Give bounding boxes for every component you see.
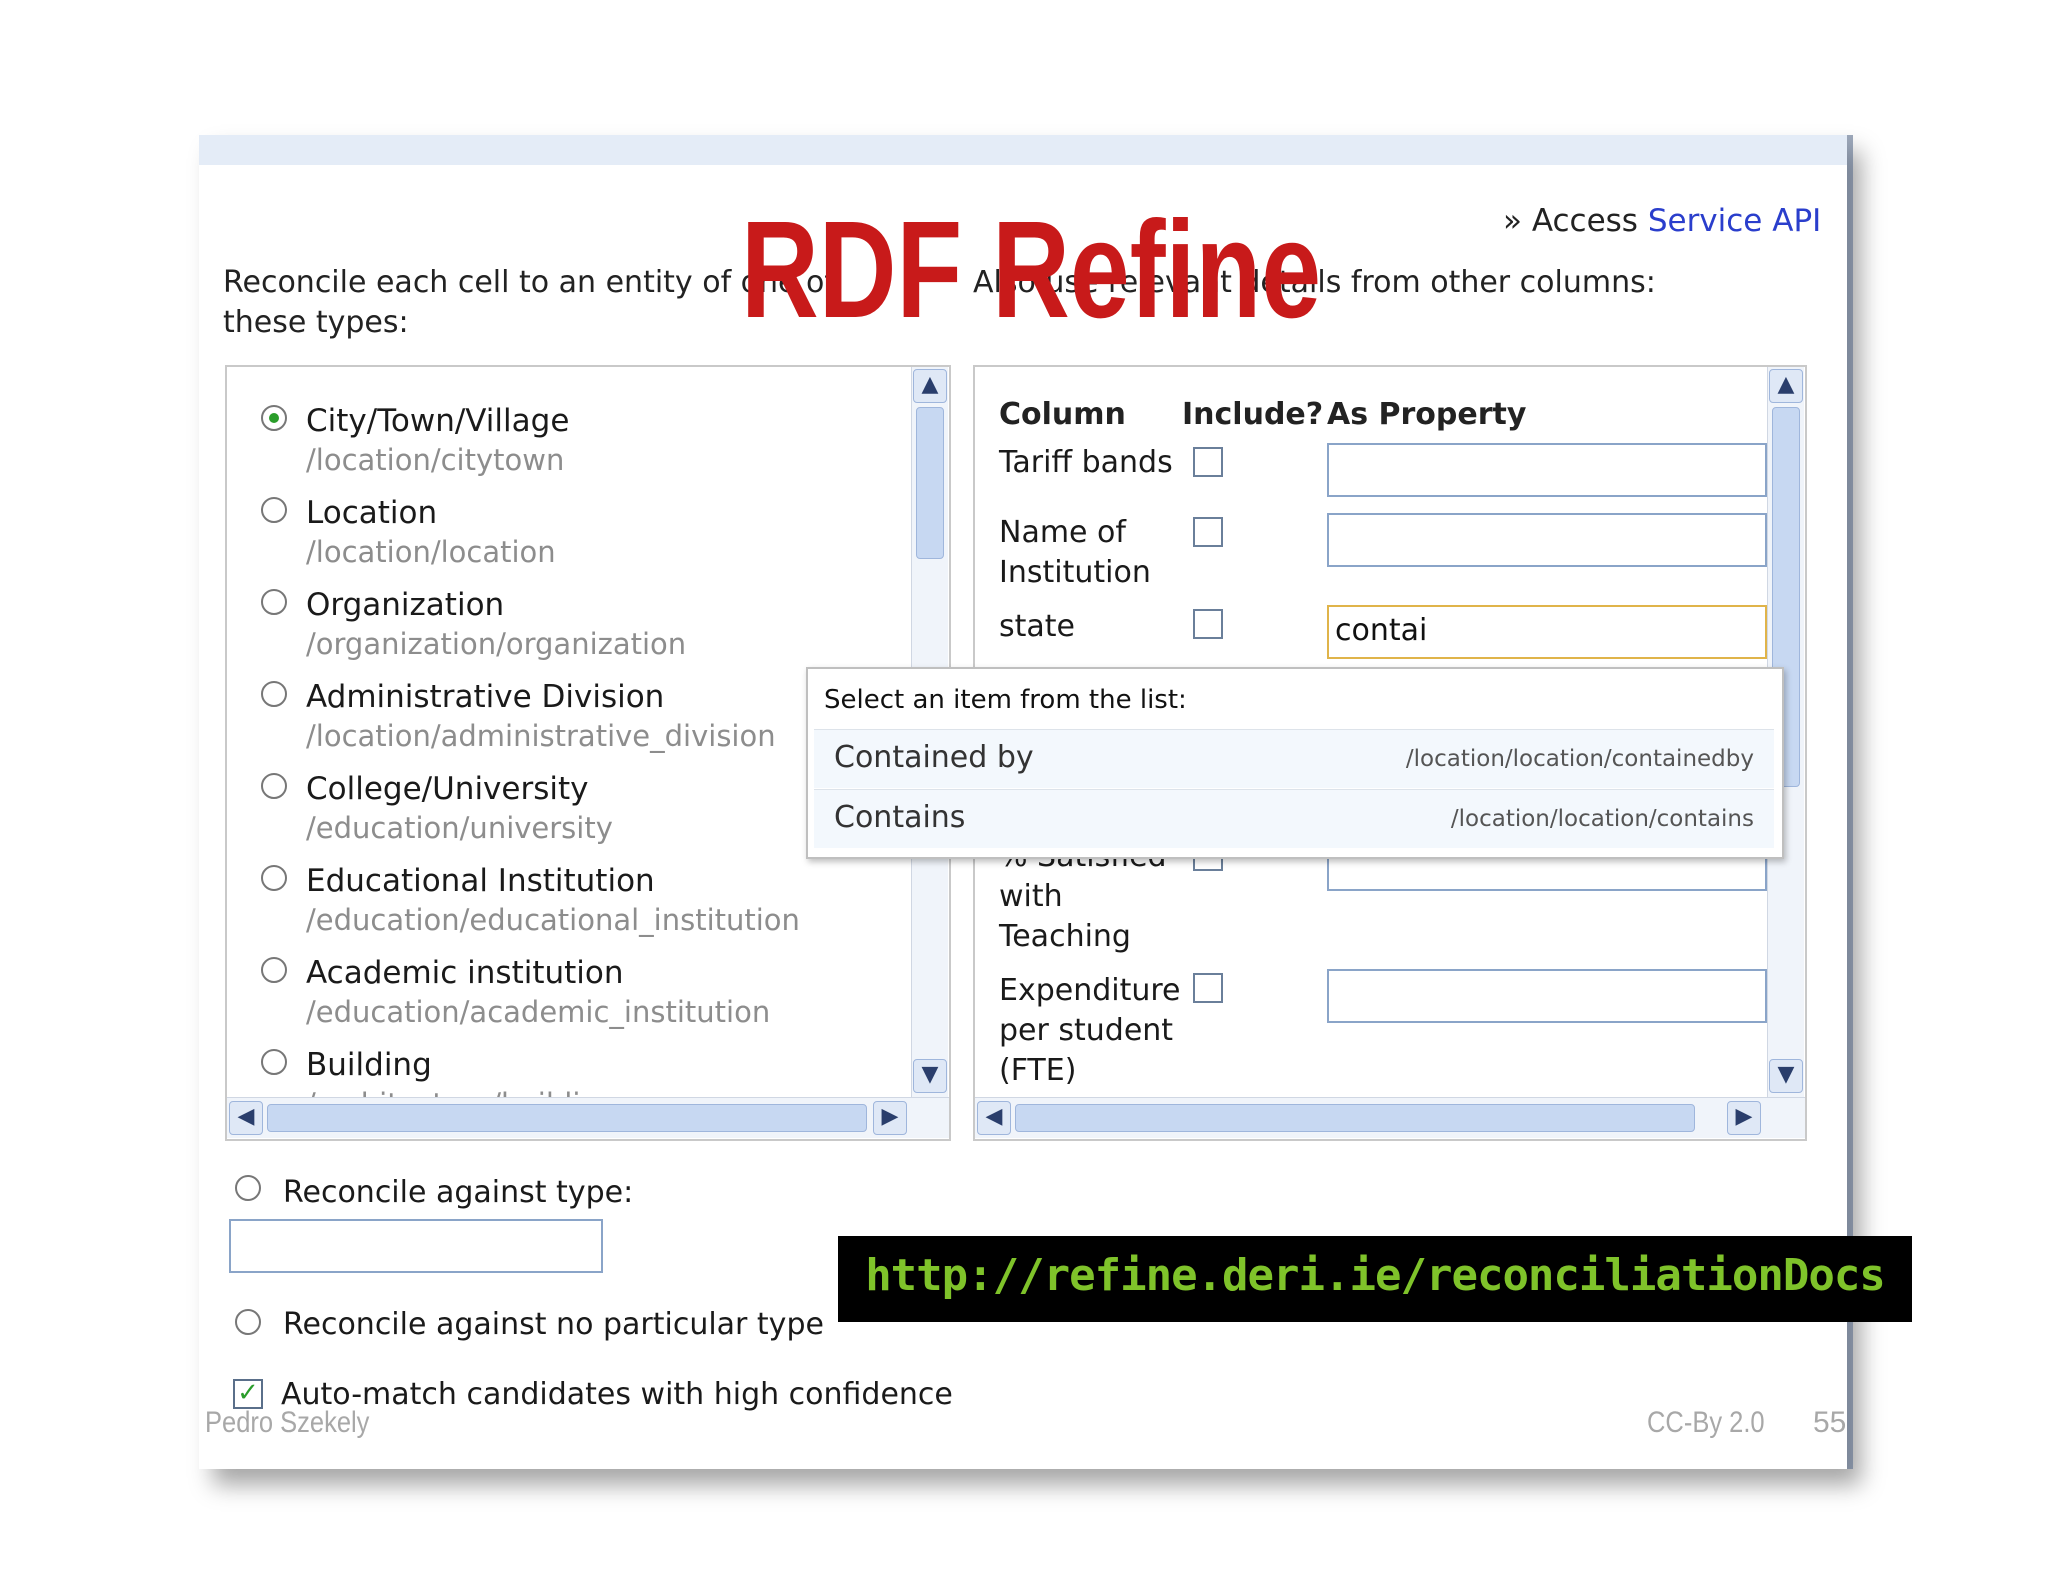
- chevron-right-icon[interactable]: ▶: [1727, 1101, 1761, 1135]
- type-path: /education/university: [306, 811, 613, 845]
- property-input[interactable]: [1327, 513, 1767, 567]
- radio-icon[interactable]: [261, 681, 287, 707]
- type-name: Location: [306, 495, 438, 531]
- radio-icon[interactable]: [261, 865, 287, 891]
- type-input[interactable]: [229, 1219, 603, 1273]
- radio-icon[interactable]: [235, 1309, 261, 1335]
- column-header: Column: [999, 397, 1126, 432]
- column-name: Name of Institution: [999, 515, 1151, 590]
- radio-icon[interactable]: [261, 1049, 287, 1075]
- type-path: /organization/organization: [306, 627, 687, 661]
- auto-match-label: Auto-match candidates with high confiden…: [281, 1377, 953, 1412]
- api-prefix: » Access: [1503, 203, 1648, 239]
- property-suggestion-dropdown: Select an item from the list: Contained …: [806, 667, 1784, 859]
- checkmark-icon[interactable]: ✓: [233, 1379, 263, 1409]
- radio-icon[interactable]: [261, 957, 287, 983]
- type-name: Academic institution: [306, 955, 624, 991]
- type-name: Building: [306, 1047, 432, 1083]
- suggestion-path: /location/location/contains: [1450, 806, 1754, 832]
- radio-icon[interactable]: [261, 773, 287, 799]
- type-name: College/University: [306, 771, 589, 807]
- include-checkbox[interactable]: [1193, 447, 1223, 477]
- suggestion-label: Contains: [834, 800, 966, 835]
- access-service-api: » Access Service API: [1503, 203, 1821, 239]
- column-name: Tariff bands: [999, 445, 1173, 480]
- slide-page-number: 55: [1813, 1406, 1847, 1439]
- type-path: /education/educational_institution: [306, 903, 800, 937]
- column-name: state: [999, 609, 1075, 644]
- property-input[interactable]: [1327, 969, 1767, 1023]
- type-path: /location/citytown: [306, 443, 565, 477]
- type-name: Educational Institution: [306, 863, 655, 899]
- chevron-down-icon[interactable]: ▼: [1769, 1059, 1803, 1093]
- slide-license: CC-By 2.0: [1647, 1406, 1765, 1439]
- scroll-thumb[interactable]: [1015, 1104, 1695, 1132]
- include-checkbox[interactable]: [1193, 973, 1223, 1003]
- suggestion-label: Contained by: [834, 740, 1034, 775]
- column-name: Expenditure per student (FTE): [999, 973, 1181, 1088]
- type-name: Administrative Division: [306, 679, 665, 715]
- property-input[interactable]: [1327, 443, 1767, 497]
- dialog-top-bar: [199, 135, 1847, 165]
- suggestion-path: /location/location/containedby: [1405, 746, 1754, 772]
- radio-icon[interactable]: [235, 1175, 261, 1201]
- type-name: Organization: [306, 587, 505, 623]
- chevron-left-icon[interactable]: ◀: [977, 1101, 1011, 1135]
- suggestion-item[interactable]: Contains /location/location/contains: [814, 789, 1774, 848]
- include-checkbox[interactable]: [1193, 517, 1223, 547]
- slide-author: Pedro Szekely: [205, 1406, 370, 1439]
- radio-selected-icon[interactable]: [261, 405, 287, 431]
- chevron-down-icon[interactable]: ▼: [913, 1059, 947, 1093]
- chevron-up-icon[interactable]: ▲: [913, 369, 947, 403]
- url-banner: http://refine.deri.ie/reconciliationDocs: [838, 1236, 1912, 1322]
- include-header: Include?: [1182, 397, 1324, 432]
- type-path: /location/administrative_division: [306, 719, 776, 753]
- types-horizontal-scrollbar[interactable]: ◀ ▶: [227, 1097, 949, 1138]
- radio-icon[interactable]: [261, 497, 287, 523]
- reconcile-against-type-label: Reconcile against type:: [283, 1175, 634, 1210]
- scroll-thumb[interactable]: [916, 407, 944, 559]
- radio-icon[interactable]: [261, 589, 287, 615]
- chevron-up-icon[interactable]: ▲: [1769, 369, 1803, 403]
- property-input-active[interactable]: contai: [1327, 605, 1767, 659]
- type-path: /location/location: [306, 535, 556, 569]
- service-api-link[interactable]: Service API: [1648, 203, 1821, 239]
- type-name: City/Town/Village: [306, 403, 570, 439]
- documentation-url[interactable]: http://refine.deri.ie/reconciliationDocs: [838, 1250, 1912, 1301]
- chevron-right-icon[interactable]: ▶: [873, 1101, 907, 1135]
- columns-horizontal-scrollbar[interactable]: ◀ ▶: [975, 1097, 1805, 1138]
- scroll-thumb[interactable]: [267, 1104, 867, 1132]
- include-checkbox[interactable]: [1193, 609, 1223, 639]
- suggestion-prompt: Select an item from the list:: [824, 685, 1187, 715]
- type-path: /education/academic_institution: [306, 995, 771, 1029]
- slide-title: RDF Refine: [741, 193, 1322, 347]
- as-property-header: As Property: [1327, 397, 1527, 432]
- chevron-left-icon[interactable]: ◀: [229, 1101, 263, 1135]
- suggestion-item[interactable]: Contained by /location/location/containe…: [814, 729, 1774, 788]
- reconcile-no-type-label: Reconcile against no particular type: [283, 1307, 824, 1342]
